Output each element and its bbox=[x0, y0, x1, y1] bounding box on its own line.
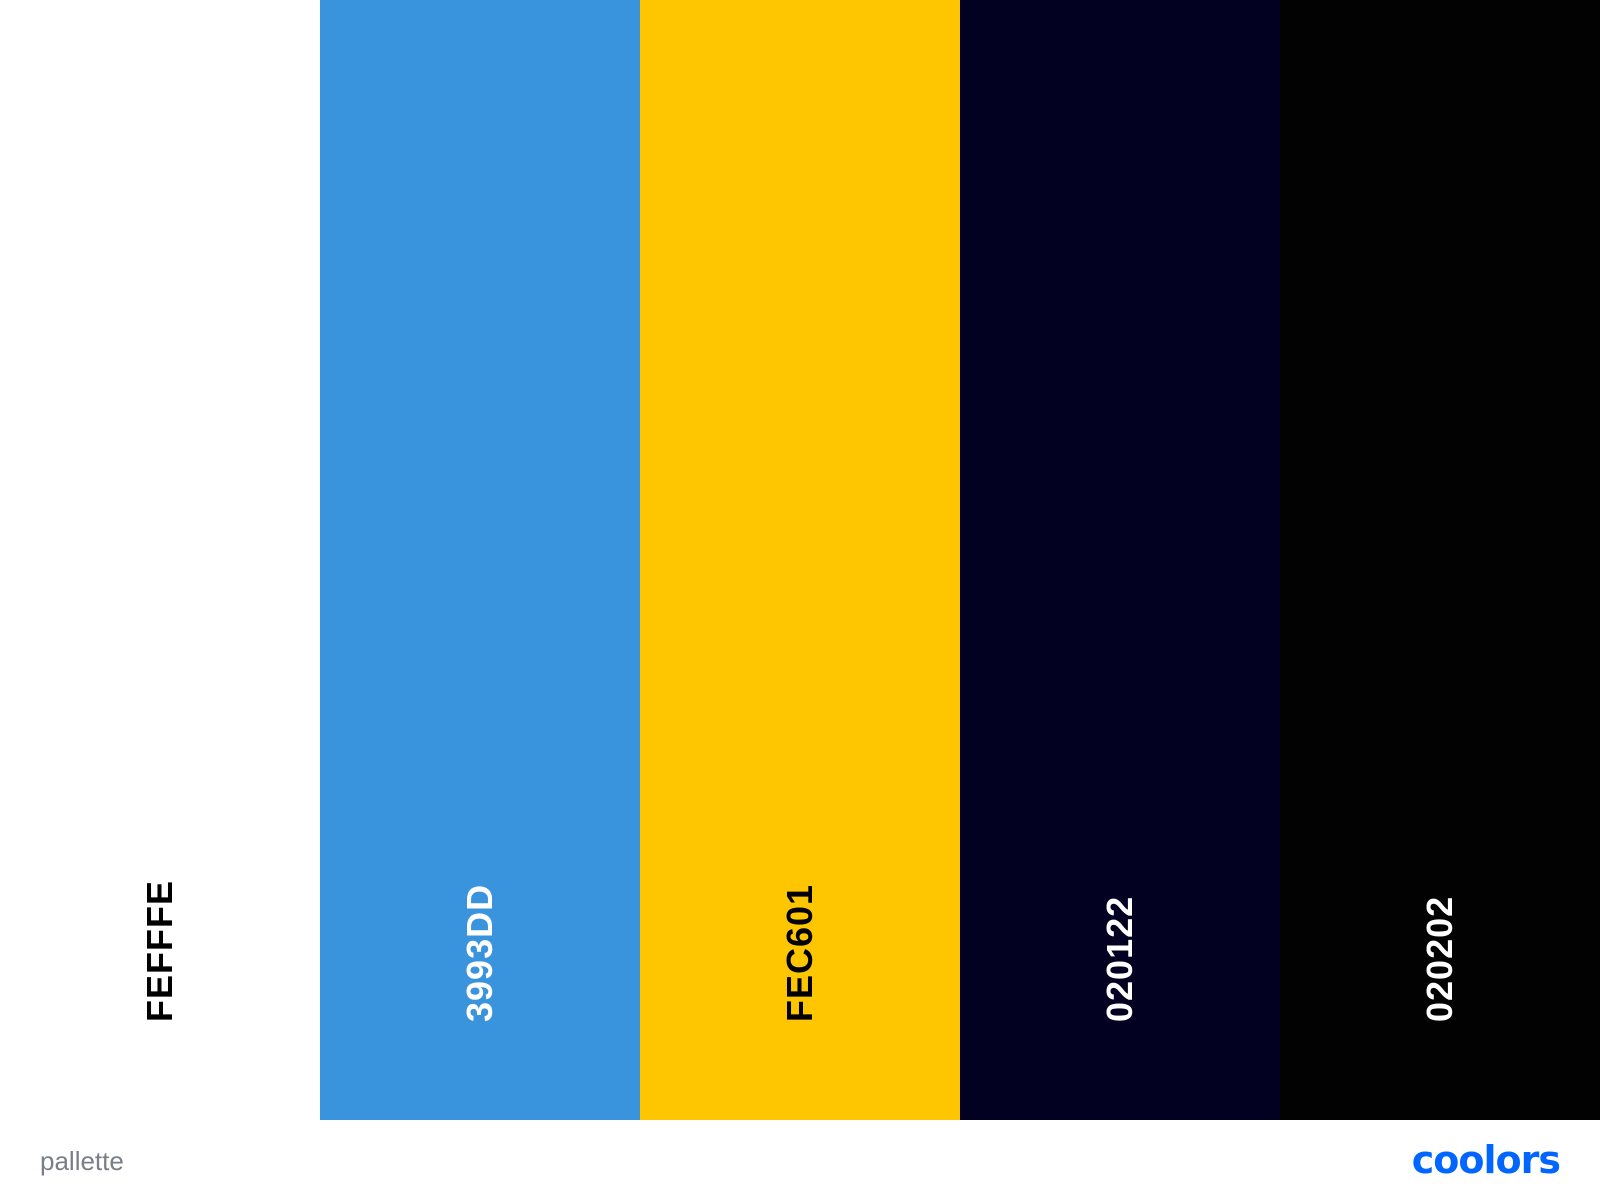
palette-strip: FEFFFE 3993DD FEC601 020122 020202 bbox=[0, 0, 1600, 1120]
swatch-hex-label: FEFFFE bbox=[139, 880, 180, 1022]
swatch-hex-label: 020202 bbox=[1419, 895, 1460, 1022]
swatch-hex-label: FEC601 bbox=[779, 883, 820, 1022]
swatch-1[interactable]: FEFFFE bbox=[0, 0, 320, 1120]
footer: pallette coolors bbox=[0, 1120, 1600, 1200]
swatch-4[interactable]: 020122 bbox=[960, 0, 1280, 1120]
logo-text: coolors bbox=[1411, 1138, 1561, 1182]
swatch-5[interactable]: 020202 bbox=[1280, 0, 1600, 1120]
coolors-logo[interactable]: coolors bbox=[1411, 1136, 1561, 1184]
palette-name: pallette bbox=[40, 1146, 124, 1176]
swatch-2[interactable]: 3993DD bbox=[320, 0, 640, 1120]
swatch-hex-label: 020122 bbox=[1099, 895, 1140, 1022]
swatch-3[interactable]: FEC601 bbox=[640, 0, 960, 1120]
swatch-hex-label: 3993DD bbox=[459, 883, 500, 1022]
